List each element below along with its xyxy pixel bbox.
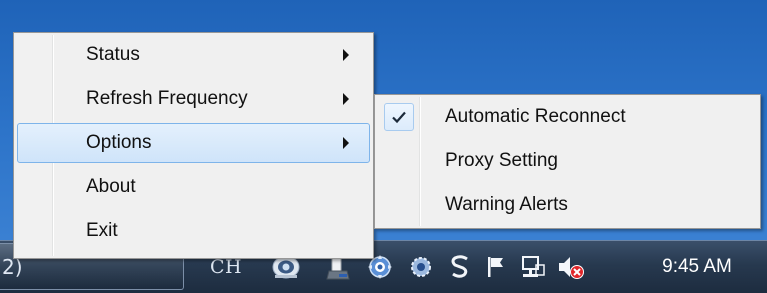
submenu-arrow-icon bbox=[343, 137, 349, 149]
submenu-arrow-icon bbox=[343, 49, 349, 61]
system-clock[interactable]: 9:45 AM bbox=[642, 253, 752, 281]
menu-item-refresh-frequency[interactable]: Refresh Frequency bbox=[17, 79, 370, 119]
submenu-item-label: Proxy Setting bbox=[445, 150, 558, 171]
submenu-item-proxy-setting[interactable]: Proxy Setting bbox=[378, 141, 757, 181]
menu-item-exit[interactable]: Exit bbox=[17, 211, 370, 251]
options-submenu: Automatic Reconnect Proxy Setting Warnin… bbox=[374, 94, 761, 229]
menu-item-label: About bbox=[86, 176, 136, 197]
s-app-icon[interactable] bbox=[446, 253, 474, 281]
menu-item-options[interactable]: Options bbox=[17, 123, 370, 163]
network-icon[interactable] bbox=[516, 253, 548, 281]
menu-item-about[interactable]: About bbox=[17, 167, 370, 207]
action-center-flag-icon[interactable] bbox=[480, 253, 512, 281]
submenu-arrow-icon bbox=[343, 93, 349, 105]
submenu-item-automatic-reconnect[interactable]: Automatic Reconnect bbox=[378, 97, 757, 137]
clock-time: 9:45 AM bbox=[662, 256, 732, 277]
language-label: CH bbox=[210, 256, 243, 278]
submenu-item-label: Warning Alerts bbox=[445, 194, 568, 215]
checkmark-icon bbox=[384, 103, 414, 131]
gear-shield-icon[interactable] bbox=[405, 253, 437, 281]
menu-item-label: Status bbox=[86, 44, 140, 65]
menu-item-status[interactable]: Status bbox=[17, 35, 370, 75]
menu-item-label: Refresh Frequency bbox=[86, 88, 248, 109]
menu-item-label: Exit bbox=[86, 220, 118, 241]
submenu-item-warning-alerts[interactable]: Warning Alerts bbox=[378, 185, 757, 225]
volume-muted-icon[interactable] bbox=[554, 253, 588, 281]
context-menu: Status Refresh Frequency Options About E… bbox=[13, 32, 374, 259]
menu-item-label: Options bbox=[86, 132, 152, 153]
submenu-item-label: Automatic Reconnect bbox=[445, 106, 626, 127]
